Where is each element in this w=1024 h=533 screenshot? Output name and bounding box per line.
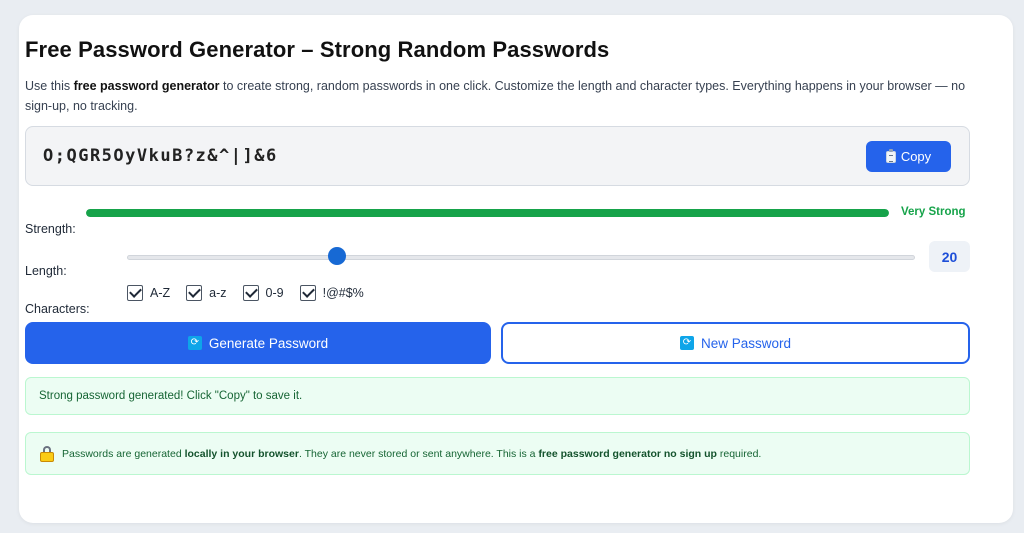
copy-button[interactable]: Copy (866, 141, 951, 172)
lowercase-checkbox[interactable] (186, 285, 203, 301)
new-label: New Password (700, 335, 792, 351)
intro-text: Use this free password generator to crea… (25, 79, 966, 113)
digits-checkbox[interactable] (242, 285, 259, 301)
strength-label: Strength: (25, 222, 76, 236)
option-lowercase[interactable]: a-z (186, 285, 227, 301)
copy-label: Copy (900, 149, 932, 164)
new-password-button[interactable]: ⟳ New Password (501, 322, 970, 364)
characters-label: Characters: (25, 302, 90, 316)
privacy-notice: Passwords are generated locally in your … (25, 432, 970, 475)
refresh-icon: ⟳ (187, 336, 202, 350)
symbols-checkbox[interactable] (299, 285, 316, 301)
character-options: A-Z a-z 0-9 !@#$% (127, 285, 364, 301)
option-symbols[interactable]: !@#$% (299, 285, 364, 301)
password-display: O;QGR5OyVkuB?z&^|]&6 Copy (25, 126, 970, 186)
option-digits[interactable]: 0-9 (242, 285, 284, 301)
strength-meter (86, 209, 889, 217)
refresh-icon: ⟳ (679, 336, 694, 350)
page-title: Free Password Generator – Strong Random … (25, 37, 610, 62)
generate-label: Generate Password (208, 335, 329, 351)
length-slider-track[interactable] (127, 255, 915, 260)
option-uppercase[interactable]: A-Z (127, 285, 170, 301)
lock-icon (40, 445, 54, 462)
uppercase-checkbox[interactable] (127, 285, 143, 301)
clipboard-icon (885, 148, 896, 163)
length-label: Length: (25, 264, 67, 278)
strength-meter-fill (86, 209, 889, 217)
length-slider-thumb[interactable] (328, 247, 347, 265)
status-message: Strong password generated! Click "Copy" … (25, 377, 970, 415)
generate-password-button[interactable]: ⟳ Generate Password (25, 322, 491, 364)
privacy-text: Passwords are generated locally in your … (62, 447, 762, 460)
password-output[interactable]: O;QGR5OyVkuB?z&^|]&6 (43, 146, 278, 166)
strength-value: Very Strong (901, 206, 966, 218)
length-value: 20 (929, 241, 970, 272)
